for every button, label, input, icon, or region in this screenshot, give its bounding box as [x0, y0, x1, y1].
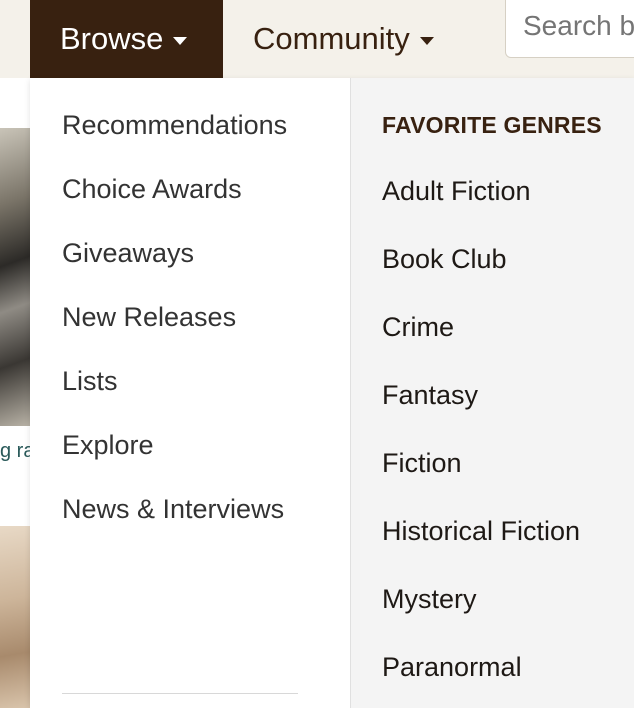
menu-item-explore[interactable]: Explore	[62, 430, 154, 461]
menu-item-giveaways[interactable]: Giveaways	[62, 238, 194, 269]
genre-item-book-club[interactable]: Book Club	[382, 244, 507, 275]
menu-item-recommendations[interactable]: Recommendations	[62, 110, 287, 141]
menu-item-new-releases[interactable]: New Releases	[62, 302, 236, 333]
community-label: Community	[253, 21, 410, 56]
menu-item-lists[interactable]: Lists	[62, 366, 118, 397]
favorite-genres-heading: FAVORITE GENRES	[382, 112, 602, 138]
chevron-down-icon	[419, 37, 434, 45]
genre-item-paranormal[interactable]: Paranormal	[382, 652, 522, 683]
genre-item-fiction[interactable]: Fiction	[382, 448, 462, 479]
menu-item-news-interviews[interactable]: News & Interviews	[62, 494, 284, 525]
community-menu-button[interactable]: Community	[223, 0, 483, 78]
background-photo	[0, 526, 30, 708]
favorite-genres-column: FAVORITE GENRES Adult Fiction Book Club …	[350, 78, 634, 708]
genre-item-historical-fiction[interactable]: Historical Fiction	[382, 516, 580, 547]
chevron-down-icon	[173, 37, 188, 45]
search-input[interactable]: Search books	[505, 0, 634, 58]
background-photo	[0, 128, 30, 426]
genre-item-mystery[interactable]: Mystery	[382, 584, 477, 615]
menu-divider	[62, 693, 298, 694]
browse-menu-button[interactable]: Browse	[30, 0, 223, 78]
top-navigation-bar: Browse Community Search books	[0, 0, 634, 79]
browse-links-column: Recommendations Choice Awards Giveaways …	[30, 78, 350, 708]
genre-item-fantasy[interactable]: Fantasy	[382, 380, 478, 411]
background-caption: g ra	[0, 440, 30, 462]
browse-label: Browse	[60, 21, 164, 56]
menu-item-choice-awards[interactable]: Choice Awards	[62, 174, 242, 205]
search-placeholder: Search books	[523, 10, 634, 41]
genre-item-crime[interactable]: Crime	[382, 312, 454, 343]
browse-dropdown: Recommendations Choice Awards Giveaways …	[30, 78, 634, 708]
genre-item-adult-fiction[interactable]: Adult Fiction	[382, 176, 531, 207]
page: Browse Community Search books g ra Recom…	[0, 0, 634, 708]
